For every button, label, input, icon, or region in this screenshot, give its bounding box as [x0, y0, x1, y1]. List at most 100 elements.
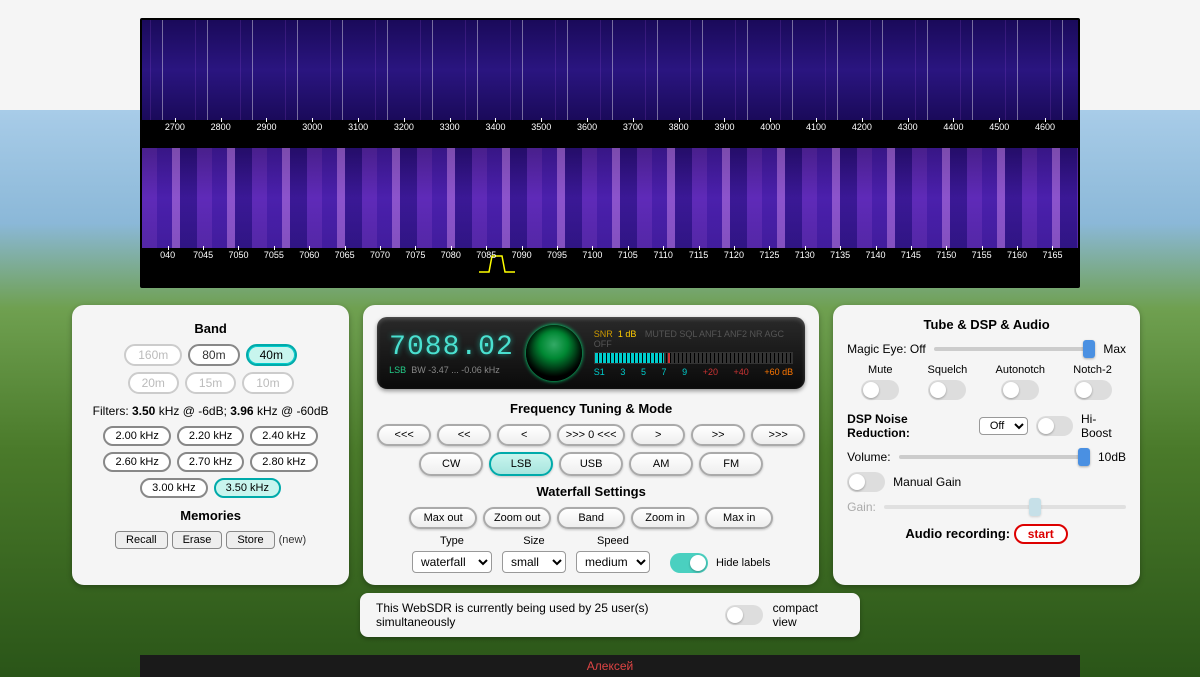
mode-button-usb[interactable]: USB	[559, 452, 623, 476]
step-button[interactable]: <	[497, 424, 551, 446]
wf-button[interactable]: Max out	[409, 507, 477, 529]
scale-tick: 4000	[747, 122, 793, 132]
volume-slider[interactable]	[899, 455, 1090, 459]
scale-tick: 4200	[839, 122, 885, 132]
record-start-button[interactable]: start	[1014, 524, 1068, 544]
size-select[interactable]: small	[502, 551, 566, 573]
scale-tick: 3000	[289, 122, 335, 132]
audio-heading: Tube & DSP & Audio	[847, 317, 1126, 332]
compact-label: compact view	[773, 601, 844, 629]
scale-tick: 2700	[152, 122, 198, 132]
waterfall-upper	[142, 20, 1078, 120]
step-button[interactable]: >	[631, 424, 685, 446]
wf-button[interactable]: Band	[557, 507, 625, 529]
scale-tick: 2900	[244, 122, 290, 132]
gain-label: Gain:	[847, 500, 876, 514]
scale-tick: 7130	[787, 250, 822, 260]
recall-button[interactable]: Recall	[115, 531, 168, 549]
scale-tick: 040	[150, 250, 185, 260]
scale-tick: 7100	[575, 250, 610, 260]
scale-tick: 7135	[822, 250, 857, 260]
scale-tick: 3700	[610, 122, 656, 132]
step-button[interactable]: >>> 0 <<<	[557, 424, 625, 446]
scale-tick: 7085	[469, 250, 504, 260]
store-button[interactable]: Store	[226, 531, 274, 549]
mode-button-cw[interactable]: CW	[419, 452, 483, 476]
filter-button[interactable]: 2.70 kHz	[177, 452, 244, 472]
scale-tick: 3300	[427, 122, 473, 132]
gain-slider	[884, 505, 1126, 509]
filter-button[interactable]: 2.60 kHz	[103, 452, 170, 472]
autonotch-label: Autonotch	[996, 364, 1046, 376]
scale-tick: 4300	[885, 122, 931, 132]
step-button[interactable]: >>	[691, 424, 745, 446]
scale-tick: 7105	[610, 250, 645, 260]
band-button-10m: 10m	[242, 372, 293, 394]
users-message: This WebSDR is currently being used by 2…	[376, 601, 725, 629]
size-label: Size	[502, 535, 566, 547]
filter-button[interactable]: 2.00 kHz	[103, 426, 170, 446]
mute-label: Mute	[868, 364, 892, 376]
scale-tick: 2800	[198, 122, 244, 132]
step-button[interactable]: <<<	[377, 424, 431, 446]
band-button-15m: 15m	[185, 372, 236, 394]
autonotch-toggle[interactable]	[1001, 380, 1039, 400]
tuning-dial[interactable]	[526, 325, 582, 381]
scale-tick: 3100	[335, 122, 381, 132]
freq-scale-upper: 2700280029003000310032003300340035003600…	[142, 120, 1078, 148]
signal-meter: SNR 1 dB MUTED SQL ANF1 ANF2 NR AGC OFF …	[594, 329, 793, 377]
wf-settings-heading: Waterfall Settings	[377, 484, 805, 499]
scale-tick: 7160	[999, 250, 1034, 260]
hide-labels-toggle[interactable]	[670, 553, 708, 573]
freq-tuning-heading: Frequency Tuning & Mode	[377, 401, 805, 416]
wf-buttons-row: Max out Zoom out Band Zoom in Max in	[377, 507, 805, 529]
wf-button[interactable]: Zoom in	[631, 507, 699, 529]
memories-new: (new)	[279, 534, 307, 546]
waterfall-display[interactable]: 2700280029003000310032003300340035003600…	[140, 18, 1080, 288]
username-bar: Алексей	[140, 655, 1080, 677]
compact-toggle[interactable]	[725, 605, 762, 625]
dsp-label: DSP Noise Reduction:	[847, 412, 971, 440]
mode-button-lsb[interactable]: LSB	[489, 452, 553, 476]
erase-button[interactable]: Erase	[172, 531, 223, 549]
scale-tick: 7065	[327, 250, 362, 260]
scale-tick: 7055	[256, 250, 291, 260]
filter-button[interactable]: 2.80 kHz	[250, 452, 317, 472]
filter-button[interactable]: 3.50 kHz	[214, 478, 281, 498]
dsp-select[interactable]: Off	[979, 417, 1028, 435]
band-button-20m: 20m	[128, 372, 179, 394]
mute-toggle[interactable]	[861, 380, 899, 400]
footer-bar: This WebSDR is currently being used by 2…	[360, 593, 860, 637]
band-button-80m[interactable]: 80m	[188, 344, 239, 366]
step-button[interactable]: <<	[437, 424, 491, 446]
wf-button[interactable]: Zoom out	[483, 507, 551, 529]
notch2-label: Notch-2	[1073, 364, 1112, 376]
scale-tick: 7050	[221, 250, 256, 260]
speed-select[interactable]: medium	[576, 551, 650, 573]
mode-row: CWLSBUSBAMFM	[377, 452, 805, 476]
squelch-toggle[interactable]	[928, 380, 966, 400]
step-button[interactable]: >>>	[751, 424, 805, 446]
filter-button[interactable]: 2.40 kHz	[250, 426, 317, 446]
mode-button-am[interactable]: AM	[629, 452, 693, 476]
magic-eye-slider[interactable]	[934, 347, 1096, 351]
scale-tick: 7095	[539, 250, 574, 260]
band-heading: Band	[86, 321, 335, 336]
filters-summary: Filters: 3.50 kHz @ -6dB; 3.96 kHz @ -60…	[86, 404, 335, 418]
hiboost-toggle[interactable]	[1036, 416, 1073, 436]
frequency-readout[interactable]: 7088.02	[389, 332, 514, 363]
type-label: Type	[412, 535, 492, 547]
squelch-label: Squelch	[928, 364, 968, 376]
mode-button-fm[interactable]: FM	[699, 452, 763, 476]
tuning-panel: 7088.02 LSB BW -3.47 ... -0.06 kHz SNR 1…	[363, 305, 819, 585]
band-button-40m[interactable]: 40m	[246, 344, 297, 366]
scale-tick: 7075	[398, 250, 433, 260]
notch2-toggle[interactable]	[1074, 380, 1112, 400]
filter-button[interactable]: 3.00 kHz	[140, 478, 207, 498]
step-row: <<<<<<>>> 0 <<<>>>>>>	[377, 424, 805, 446]
type-select[interactable]: waterfall	[412, 551, 492, 573]
wf-button[interactable]: Max in	[705, 507, 773, 529]
manual-gain-toggle[interactable]	[847, 472, 885, 492]
max-label: Max	[1103, 342, 1126, 356]
filter-button[interactable]: 2.20 kHz	[177, 426, 244, 446]
